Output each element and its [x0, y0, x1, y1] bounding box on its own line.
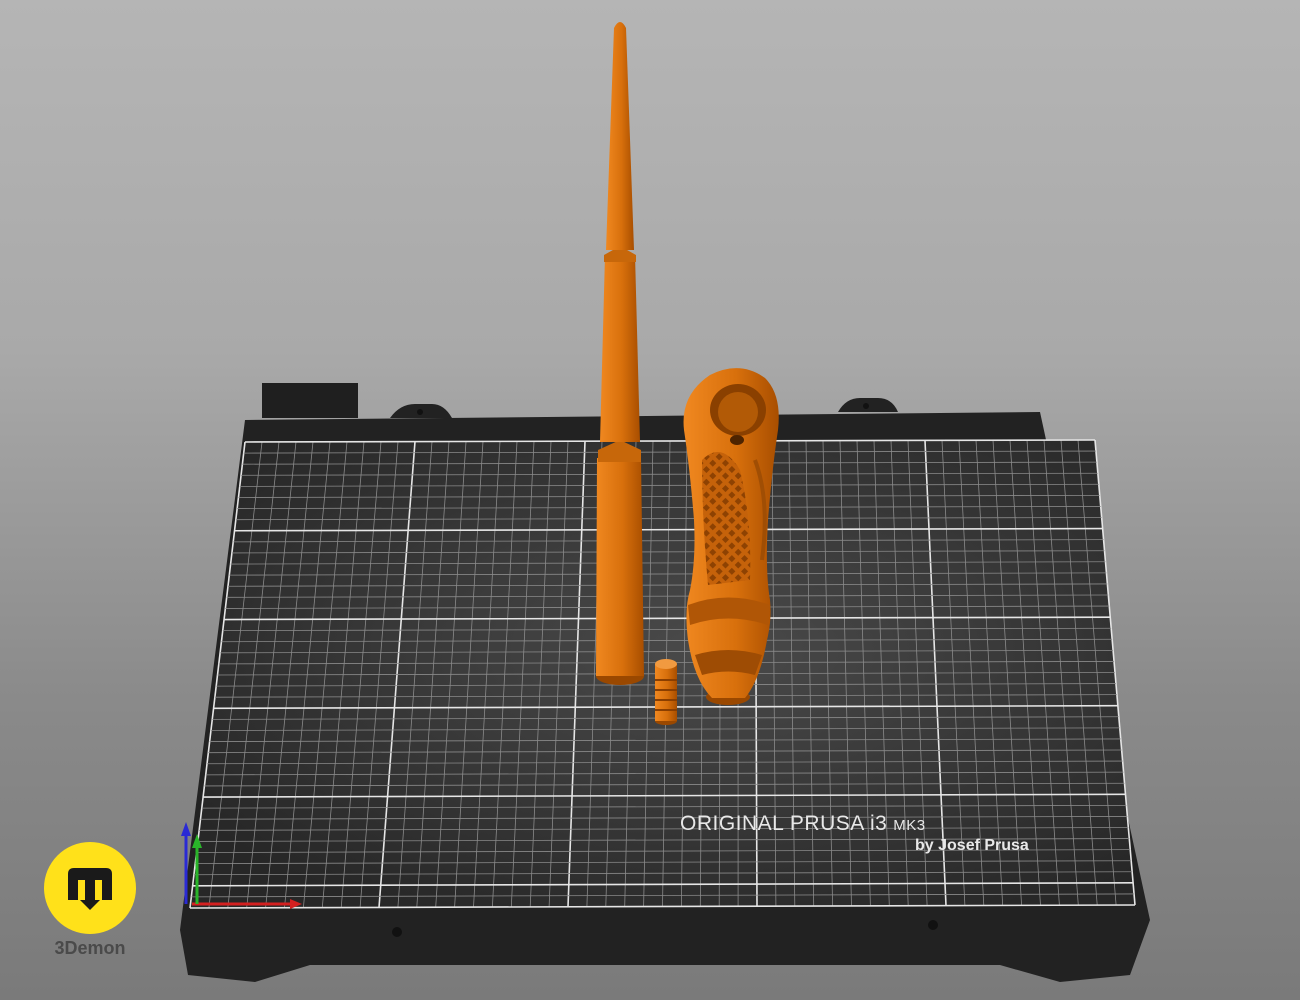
watermark-name: 3Demon [54, 938, 126, 958]
3demon-watermark: 3Demon [40, 842, 140, 959]
bed-maker-label: by Josef Prusa [915, 837, 1029, 854]
bed-model-suffix: MK3 [893, 817, 926, 834]
bed-brand-text: ORIGINAL PRUSA i3 [680, 812, 888, 835]
3demon-logo-icon [44, 842, 136, 934]
3d-viewport[interactable]: ORIGINAL PRUSA i3 MK3 by Josef Prusa [0, 0, 1300, 1000]
bed-brand-label: ORIGINAL PRUSA i3 MK3 [680, 812, 926, 836]
